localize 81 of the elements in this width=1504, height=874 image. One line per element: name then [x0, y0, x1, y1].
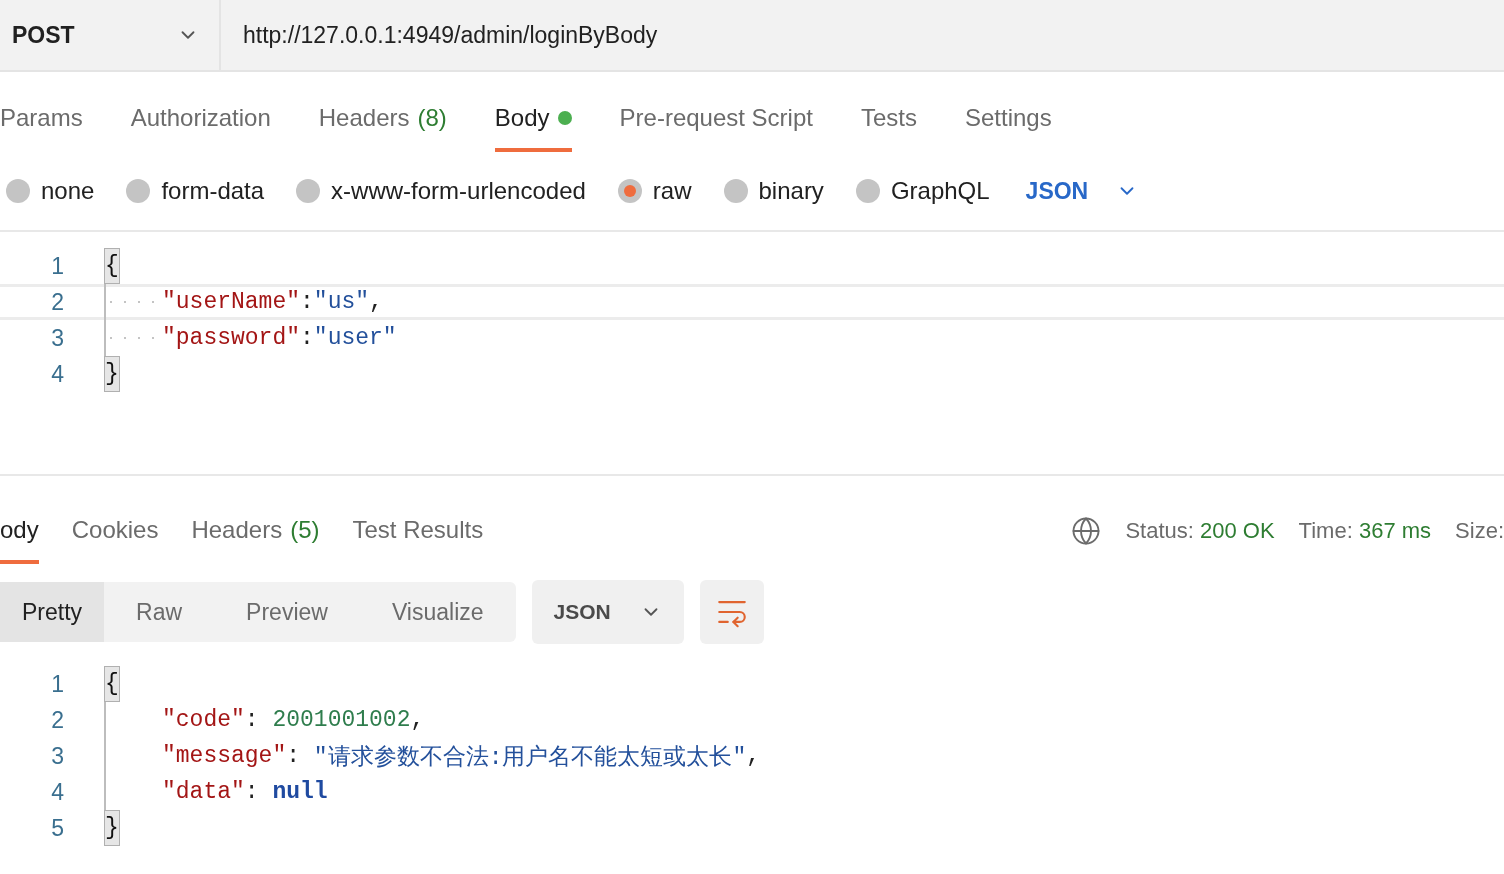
- code-token: :: [244, 707, 260, 733]
- line-number: 4: [50, 778, 64, 806]
- tab-label: Cookies: [71, 516, 159, 544]
- response-stat: Status: 200 OK: [1125, 518, 1275, 544]
- code-token: ,: [369, 289, 383, 315]
- response-tab[interactable]: ody: [0, 516, 39, 564]
- tab-label: Params: [0, 104, 83, 132]
- request-tab[interactable]: Body: [494, 104, 572, 152]
- response-stat: Size:: [1455, 518, 1504, 544]
- radio-label: binary: [758, 177, 824, 205]
- request-tab[interactable]: Headers (8): [318, 104, 447, 152]
- tab-count: (5): [290, 516, 320, 544]
- tab-label: Headers: [191, 516, 283, 544]
- radio-label: x-www-form-urlencoded: [331, 177, 586, 205]
- code-token: :: [244, 779, 260, 805]
- view-mode-tab[interactable]: Visualize: [359, 582, 516, 642]
- code-token: "message": [162, 743, 287, 769]
- request-tab[interactable]: Params: [0, 104, 83, 152]
- radio-button[interactable]: [617, 179, 642, 203]
- code-token: null: [272, 779, 328, 805]
- wrap-lines-button[interactable]: [699, 580, 764, 644]
- radio-label: GraphQL: [890, 177, 990, 205]
- response-tab[interactable]: Cookies: [71, 516, 159, 564]
- radio-label: raw: [652, 177, 692, 205]
- code-token: "userName": [162, 289, 301, 315]
- tab-label: Test Results: [352, 516, 484, 544]
- code-token: ,: [746, 743, 761, 769]
- code-token: 2001001002: [272, 707, 411, 733]
- tab-label: Tests: [860, 104, 917, 132]
- radio-button[interactable]: [126, 179, 151, 203]
- radio-label: form-data: [161, 177, 265, 205]
- radio-button[interactable]: [6, 179, 30, 203]
- line-number: 2: [50, 288, 64, 316]
- code-token: :: [300, 289, 314, 315]
- request-tab[interactable]: Pre-request Script: [619, 104, 813, 152]
- radio-label: none: [41, 177, 95, 205]
- line-number: 3: [50, 324, 64, 352]
- view-mode-tab[interactable]: Raw: [104, 582, 215, 642]
- code-token: "us": [313, 289, 370, 315]
- line-number: 2: [50, 706, 64, 734]
- format-dropdown[interactable]: JSON: [531, 580, 684, 644]
- tab-count: (8): [417, 104, 447, 132]
- code-token: ,: [410, 707, 425, 733]
- method-label: POST: [12, 21, 75, 49]
- code-token: "password": [162, 325, 301, 351]
- radio-button[interactable]: [723, 179, 748, 203]
- response-tab[interactable]: Headers (5): [191, 516, 320, 564]
- line-number: 1: [50, 670, 64, 698]
- bracket-match: {: [104, 666, 120, 702]
- tab-label: Pre-request Script: [619, 104, 813, 132]
- line-number: 4: [50, 360, 64, 388]
- tab-label: Authorization: [130, 104, 271, 132]
- bracket-match: {: [104, 248, 120, 284]
- code-token: :: [286, 743, 302, 769]
- line-number: 3: [50, 742, 64, 770]
- tab-label: Headers: [318, 104, 410, 132]
- response-tab[interactable]: Test Results: [352, 516, 484, 564]
- line-number: 5: [50, 814, 64, 842]
- request-tab[interactable]: Authorization: [130, 104, 271, 152]
- tab-label: Body: [494, 104, 550, 132]
- radio-button[interactable]: [855, 179, 880, 203]
- code-token: "code": [162, 707, 245, 733]
- url-field[interactable]: http://127.0.0.1:4949/admin/loginByBody: [221, 0, 1504, 70]
- tab-label: Settings: [964, 104, 1052, 132]
- format-select[interactable]: JSON: [1025, 177, 1089, 205]
- bracket-match: }: [104, 356, 120, 392]
- view-mode-tab[interactable]: Preview: [214, 582, 360, 642]
- code-token: "data": [162, 779, 245, 805]
- bracket-match: }: [104, 810, 120, 846]
- tab-label: ody: [0, 516, 39, 544]
- code-token: :: [300, 325, 314, 351]
- line-number: 1: [50, 252, 64, 280]
- request-tab[interactable]: Settings: [964, 104, 1052, 152]
- response-stat: Time: 367 ms: [1298, 518, 1432, 544]
- request-tab[interactable]: Tests: [860, 104, 917, 152]
- globe-icon[interactable]: [1071, 516, 1102, 546]
- view-mode-tab[interactable]: Pretty: [0, 582, 105, 642]
- radio-button[interactable]: [296, 179, 321, 203]
- code-token: "请求参数不合法:用户名不能太短或太长": [313, 743, 747, 772]
- method-select[interactable]: POST: [0, 0, 221, 70]
- code-token: "user": [313, 325, 397, 351]
